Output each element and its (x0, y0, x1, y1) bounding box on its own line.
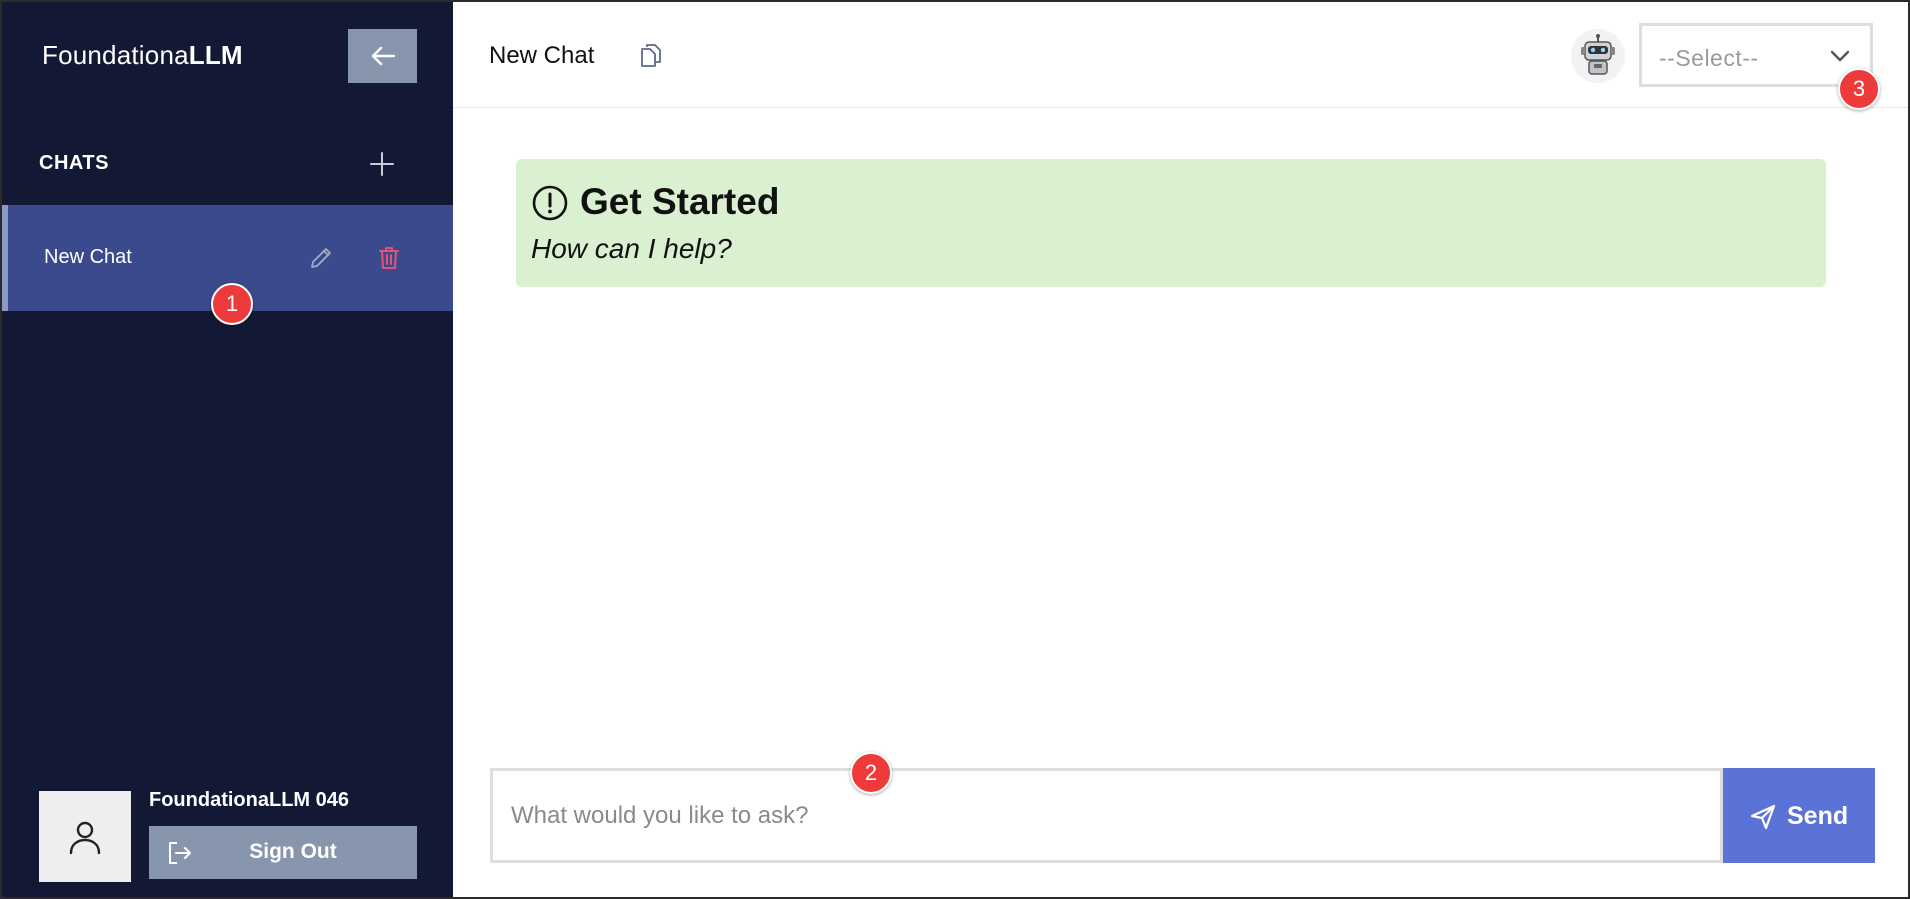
robot-icon (1581, 34, 1615, 75)
user-icon (69, 821, 101, 854)
brand-bold: LLM (188, 40, 243, 70)
send-label: Send (1787, 802, 1849, 830)
user-avatar (39, 791, 131, 882)
exclamation-circle-icon (532, 185, 568, 221)
chats-header: CHATS (39, 152, 109, 174)
delete-chat-button[interactable] (376, 245, 402, 271)
brand-regular: Foundationa (42, 40, 189, 70)
agent-select-value: --Select-- (1659, 45, 1759, 71)
agent-select-dropdown[interactable]: --Select-- (1639, 23, 1873, 87)
chat-item-label: New Chat (44, 246, 132, 268)
pencil-icon (311, 248, 331, 268)
paper-plane-icon (1750, 804, 1776, 830)
sidebar: FoundationaLLM CHATS New Chat Foundation… (2, 2, 453, 897)
send-button[interactable]: Send (1723, 768, 1875, 863)
copy-icon (641, 44, 661, 67)
chat-title: New Chat (489, 42, 595, 69)
copy-chat-button[interactable] (639, 42, 663, 68)
chat-header: New Chat --Select-- (453, 2, 1908, 108)
callout-marker-3: 3 (1838, 68, 1880, 110)
callout-marker-2: 2 (850, 752, 892, 794)
sign-out-label: Sign Out (249, 840, 337, 863)
edit-chat-button[interactable] (308, 245, 334, 271)
collapse-sidebar-button[interactable] (348, 29, 417, 83)
plus-icon (370, 152, 394, 176)
get-started-subtitle: How can I help? (531, 233, 732, 264)
get-started-banner: Get Started How can I help? (516, 159, 1826, 287)
main-panel: New Chat --Select-- Get Started How can … (453, 2, 1908, 897)
agent-avatar (1571, 29, 1625, 83)
brand-logo: FoundationaLLM (42, 40, 243, 71)
get-started-title: Get Started (580, 181, 780, 222)
app-window: FoundationaLLM CHATS New Chat Foundation… (0, 0, 1910, 899)
trash-icon (379, 247, 399, 269)
arrow-left-icon (371, 46, 395, 66)
sign-out-button[interactable]: Sign Out (149, 826, 417, 879)
chevron-down-icon (1830, 50, 1850, 62)
user-name: FoundationaLLM 046 (149, 789, 349, 811)
callout-marker-1: 1 (211, 283, 253, 325)
add-chat-button[interactable] (368, 150, 396, 178)
message-input[interactable] (490, 768, 1723, 863)
